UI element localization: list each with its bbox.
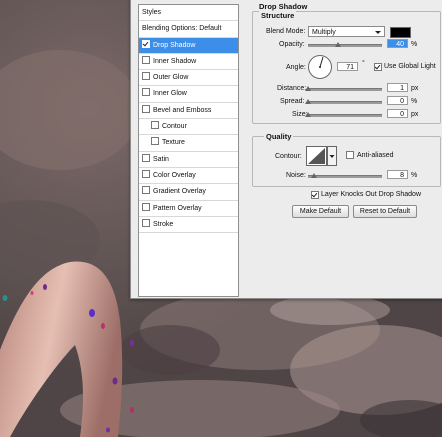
spread-unit: % [411,98,418,105]
panel-title: Drop Shadow [259,2,308,11]
sidebar-item[interactable]: Contour [139,119,238,136]
sidebar-item-label: Gradient Overlay [153,188,206,196]
sidebar-item-label: Satin [153,155,169,163]
anti-aliased-checkbox[interactable] [346,151,354,159]
distance-input[interactable]: 1 [387,83,408,92]
contour-picker[interactable] [306,146,337,166]
angle-unit: ° [362,60,365,67]
distance-slider-thumb[interactable] [305,86,311,91]
sidebar-item-checkbox[interactable] [142,153,150,162]
noise-unit: % [411,172,418,179]
sidebar-item-checkbox[interactable] [142,218,150,227]
angle-input[interactable]: 71 [337,62,358,71]
sidebar-item-checkbox[interactable] [142,169,150,178]
sidebar-item[interactable]: Blending Options: Default [139,21,238,38]
sidebar-item[interactable]: Stroke [139,217,238,234]
reset-default-button[interactable]: Reset to Default [353,205,417,218]
sidebar-item[interactable]: Gradient Overlay [139,184,238,201]
opacity-label: Opacity: [279,41,305,48]
sidebar-item-checkbox[interactable] [142,72,150,81]
spread-slider[interactable] [305,99,382,104]
size-slider-thumb[interactable] [305,112,311,117]
sidebar-item[interactable]: Pattern Overlay [139,201,238,217]
blend-mode-label: Blend Mode: [266,28,306,35]
size-slider[interactable] [305,112,382,117]
chevron-down-icon [375,31,381,34]
styles-sidebar: Styles Blending Options: Default Drop Shad… [138,4,239,297]
opacity-slider-thumb[interactable] [334,42,341,47]
distance-slider[interactable] [305,86,382,91]
knockout-checkbox[interactable] [311,191,319,199]
sidebar-item-checkbox[interactable] [142,88,150,97]
size-input[interactable]: 0 [387,109,408,118]
sidebar-item-checkbox[interactable] [142,202,150,211]
sidebar-item[interactable]: Inner Glow [139,86,238,103]
sidebar-item-label: Inner Glow [153,90,187,98]
sidebar-item-label: Color Overlay [153,171,196,179]
sidebar-item-checkbox[interactable] [151,137,159,146]
use-global-light-label: Use Global Light [384,63,436,70]
opacity-unit: % [411,41,418,48]
noise-slider-thumb[interactable] [310,173,317,178]
sidebar-item-checkbox[interactable] [142,55,150,64]
sidebar-item-label: Styles [142,9,162,16]
angle-dial[interactable] [307,54,333,80]
angle-label: Angle: [286,64,306,71]
make-default-button[interactable]: Make Default [292,205,349,218]
sidebar-item-checkbox[interactable] [142,104,150,113]
sidebar-item[interactable]: Outer Glow [139,70,238,87]
sidebar-item[interactable]: Color Overlay [139,168,238,185]
anti-aliased-label: Anti-aliased [357,152,394,159]
noise-input[interactable]: 8 [387,170,408,179]
sidebar-item[interactable]: Styles [139,5,238,22]
sidebar-item-checkbox[interactable] [142,186,150,195]
spread-label: Spread: [280,98,305,105]
quality-heading: Quality [264,132,294,141]
sidebar-item-label: Drop Shadow [153,41,196,49]
sidebar-item[interactable]: Drop Shadow [139,37,238,54]
sidebar-item-label: Contour [162,123,187,131]
blend-mode-value: Multiply [312,29,336,36]
sidebar-item-label: Blending Options: Default [142,25,222,33]
noise-label: Noise: [286,172,306,179]
sidebar-item-checkbox[interactable] [142,39,150,48]
sidebar-item[interactable]: Inner Shadow [139,54,238,71]
noise-slider[interactable] [308,173,382,178]
sidebar-item-checkbox[interactable] [151,121,159,130]
sidebar-item[interactable]: Texture [139,135,238,152]
knockout-label: Layer Knocks Out Drop Shadow [321,191,421,198]
sidebar-item-label: Outer Glow [153,74,189,82]
opacity-slider[interactable] [308,42,382,47]
use-global-light-checkbox[interactable] [374,63,382,71]
shadow-color-swatch[interactable] [390,27,411,38]
sidebar-item-label: Texture [162,139,185,147]
sidebar-item-label: Bevel and Emboss [153,106,212,114]
sidebar-item[interactable]: Bevel and Emboss [139,103,238,120]
sidebar-item-label: Pattern Overlay [153,204,202,212]
contour-label: Contour: [275,153,302,160]
quality-group [252,136,441,187]
size-unit: px [411,111,419,118]
structure-heading: Structure [259,11,297,20]
distance-label: Distance: [277,85,307,92]
blend-mode-select[interactable]: Multiply [308,26,385,37]
sidebar-item-label: Inner Shadow [153,57,197,65]
spread-slider-thumb[interactable] [305,99,311,104]
sidebar-item[interactable]: Satin [139,152,238,168]
layer-style-dialog: Styles Blending Options: Default Drop Shad… [130,0,442,299]
spread-input[interactable]: 0 [387,96,408,105]
opacity-input[interactable]: 40 [387,39,408,48]
distance-unit: px [411,85,419,92]
sidebar-item-label: Stroke [153,220,174,228]
